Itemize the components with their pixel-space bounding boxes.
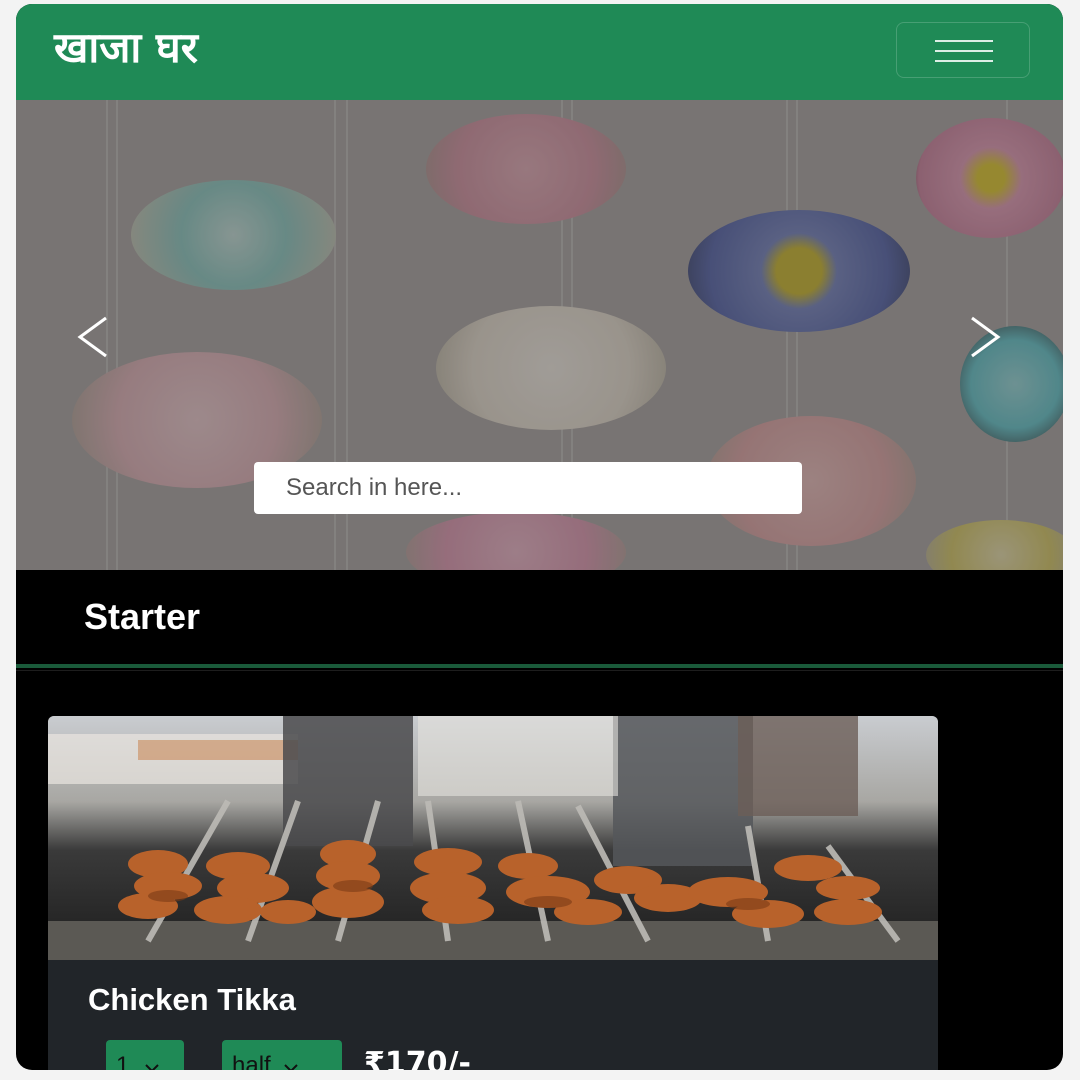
- hamburger-menu-icon-bar: [935, 60, 993, 62]
- app-frame: खाजा घर Search in here... Starter Chicke…: [16, 4, 1063, 1070]
- size-select[interactable]: half: [222, 1040, 342, 1070]
- section-divider: [16, 664, 1063, 668]
- chevron-left-icon: [77, 316, 107, 358]
- section-title: Starter: [84, 596, 201, 637]
- menu-item-card[interactable]: Chicken Tikka 1 half ₹170/-: [48, 716, 938, 1070]
- navbar-toggle-button[interactable]: [896, 22, 1030, 78]
- size-select-value: half: [232, 1052, 271, 1070]
- chevron-down-icon: [145, 1064, 159, 1070]
- search-input[interactable]: [254, 462, 802, 514]
- section-divider-line: [16, 670, 1063, 671]
- brand-logo[interactable]: खाजा घर: [54, 18, 198, 75]
- menu-item-image: [48, 716, 938, 960]
- hamburger-menu-icon: [935, 40, 993, 42]
- menu-item-title: Chicken Tikka: [88, 982, 296, 1017]
- quantity-select-value: 1: [116, 1052, 130, 1070]
- quantity-select[interactable]: 1: [106, 1040, 184, 1070]
- carousel-prev-button[interactable]: [72, 314, 118, 360]
- chevron-down-icon: [284, 1064, 299, 1070]
- carousel-next-button[interactable]: [960, 314, 1006, 360]
- hero-carousel: [16, 100, 1063, 570]
- menu-item-price: ₹170/-: [364, 1046, 471, 1070]
- navbar: खाजा घर: [16, 4, 1063, 100]
- hamburger-menu-icon-bar: [935, 50, 993, 52]
- chevron-right-icon: [971, 316, 1001, 358]
- section-header: Starter: [16, 570, 1063, 666]
